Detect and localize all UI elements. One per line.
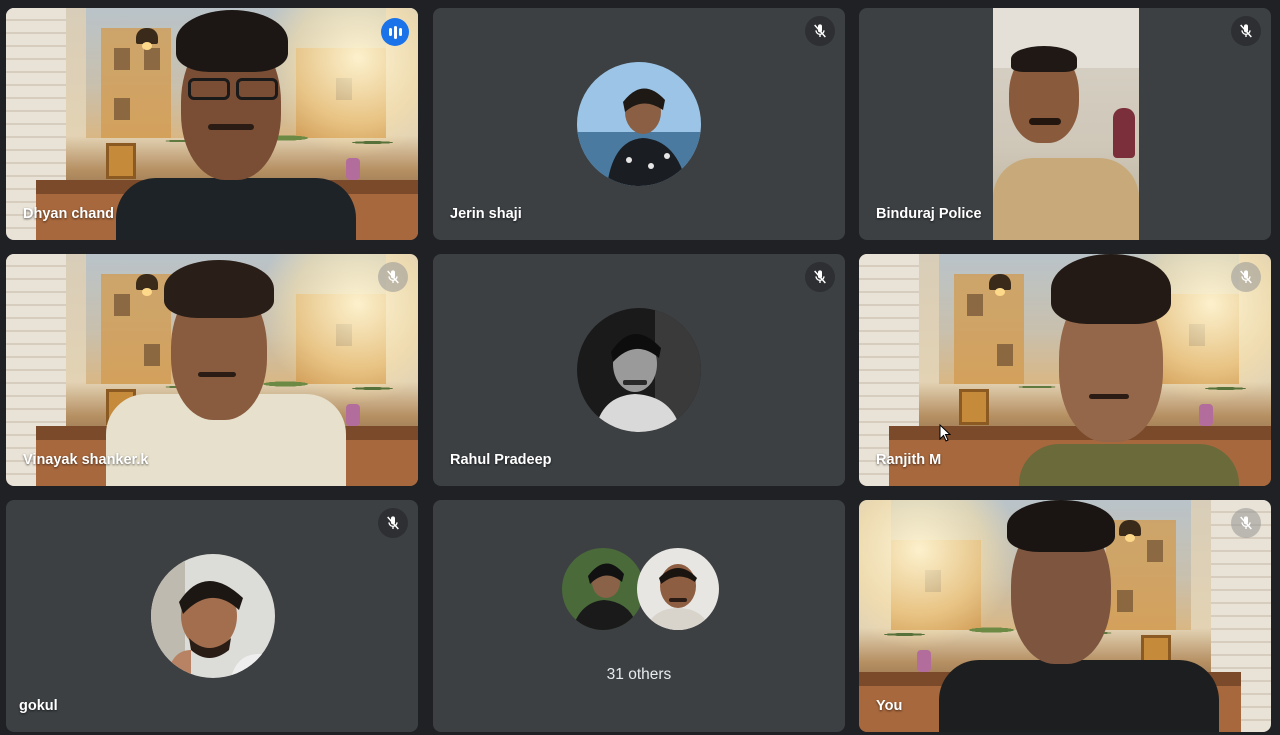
video-feed: [993, 8, 1139, 240]
others-tile[interactable]: 31 others: [433, 500, 845, 732]
mouse-cursor-icon: [939, 424, 951, 442]
participant-tile-ranjith-m[interactable]: Ranjith M: [859, 254, 1271, 486]
audio-level-icon: [381, 18, 409, 46]
participant-tile-you[interactable]: You: [859, 500, 1271, 732]
mic-off-icon: [805, 262, 835, 292]
avatar: [577, 308, 701, 432]
avatar: [562, 548, 644, 630]
participant-tile-gokul[interactable]: gokul: [6, 500, 418, 732]
mic-off-icon: [1231, 262, 1261, 292]
participant-video: [106, 8, 366, 240]
mic-off-icon: [1231, 508, 1261, 538]
mic-off-icon: [805, 16, 835, 46]
participant-video: [939, 500, 1219, 732]
participant-name: Ranjith M: [876, 452, 942, 468]
participant-name: gokul: [19, 698, 58, 714]
mic-off-icon: [1231, 16, 1261, 46]
meeting-grid: Dhyan chand Jerin shaji Binduraj Police …: [0, 0, 1280, 735]
mic-off-icon: [378, 262, 408, 292]
participant-tile-dhyan-chand[interactable]: Dhyan chand: [6, 8, 418, 240]
avatar: [577, 62, 701, 186]
others-count: 31 others: [606, 666, 672, 683]
avatar: [637, 548, 719, 630]
participant-name: Binduraj Police: [876, 206, 982, 222]
mic-off-icon: [378, 508, 408, 538]
participant-name: Vinayak shanker.k: [23, 452, 149, 468]
participant-name: You: [876, 698, 903, 714]
participant-name: Rahul Pradeep: [450, 452, 552, 468]
participant-tile-jerin-shaji[interactable]: Jerin shaji: [433, 8, 845, 240]
avatar: [151, 554, 275, 678]
participant-tile-vinayak-shanker-k[interactable]: Vinayak shanker.k: [6, 254, 418, 486]
participant-video: [999, 254, 1259, 486]
participant-name: Dhyan chand: [23, 206, 115, 222]
participant-tile-rahul-pradeep[interactable]: Rahul Pradeep: [433, 254, 845, 486]
participant-name: Jerin shaji: [450, 206, 522, 222]
participant-tile-binduraj-police[interactable]: Binduraj Police: [859, 8, 1271, 240]
